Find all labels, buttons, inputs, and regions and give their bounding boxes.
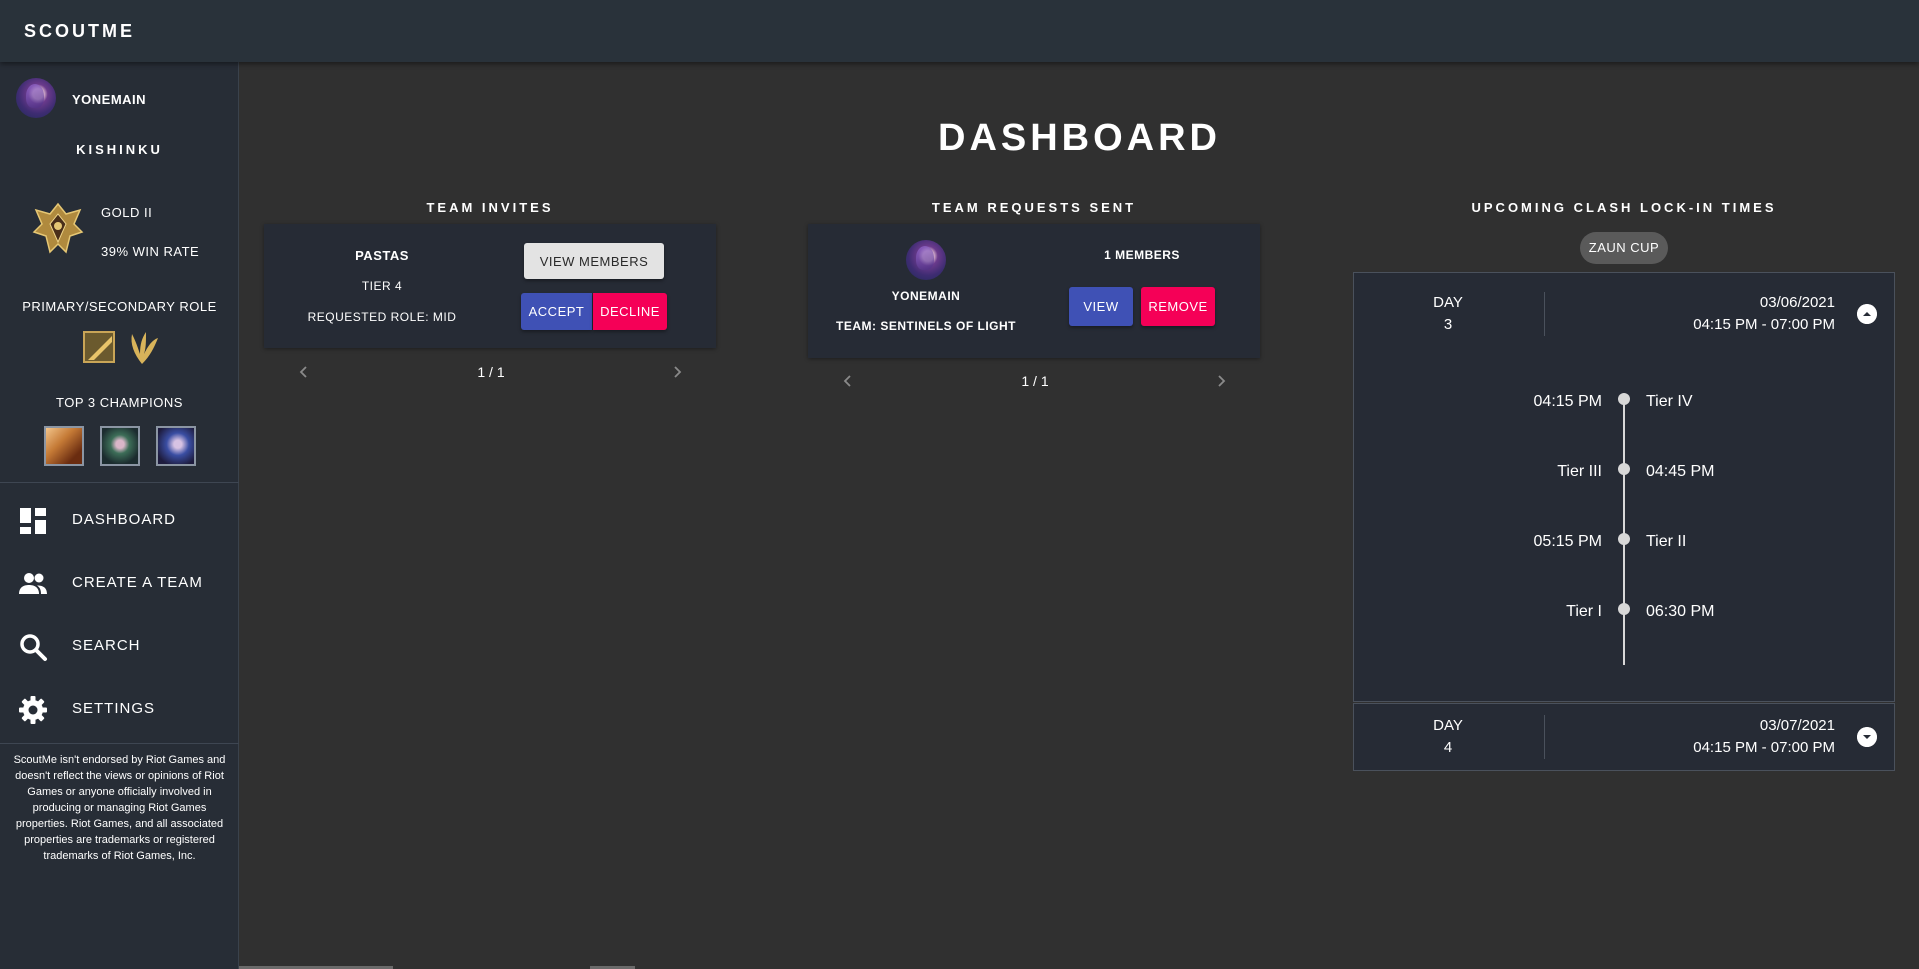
rank-tier: GOLD II: [101, 205, 153, 220]
chevron-right-icon[interactable]: [1214, 374, 1228, 388]
win-rate: 39% WIN RATE: [101, 244, 200, 259]
timeline-dot: [1618, 533, 1630, 545]
nav-item-search[interactable]: SEARCH: [0, 618, 239, 674]
day-number: 4: [1443, 739, 1453, 756]
gear-icon: [19, 696, 47, 724]
team-requests-title: TEAM REQUESTS SENT: [931, 200, 1137, 215]
request-username: YONEMAIN: [891, 289, 961, 303]
people-icon: [19, 573, 47, 594]
accept-button[interactable]: ACCEPT: [521, 293, 592, 330]
timeline-time: 05:15 PM: [1533, 533, 1602, 550]
role-icons: [83, 331, 158, 364]
champion-portrait[interactable]: [100, 426, 140, 466]
day-divider: [1544, 715, 1545, 759]
sidebar: YONEMAIN KISHINKU GOLD II 39% WIN RATE P…: [0, 62, 239, 969]
top-app-bar: SCOUTME: [0, 0, 1919, 62]
request-member-count: 1 MEMBERS: [1104, 248, 1180, 262]
day-date: 03/06/2021: [1759, 294, 1835, 311]
timeline-dot: [1618, 463, 1630, 475]
team-invites-title: TEAM INVITES: [426, 200, 554, 215]
request-avatar: [906, 240, 946, 280]
champion-portrait[interactable]: [44, 426, 84, 466]
view-members-button[interactable]: VIEW MEMBERS: [524, 243, 664, 279]
nav-label: DASHBOARD: [72, 511, 177, 528]
timeline-time: 04:45 PM: [1646, 463, 1715, 480]
sidebar-divider: [0, 482, 239, 483]
timeline-tier: Tier II: [1646, 533, 1687, 550]
zaun-cup-chip[interactable]: ZAUN CUP: [1580, 232, 1668, 264]
requests-pager: 1 / 1: [1021, 373, 1049, 389]
jungle-role-icon: [131, 332, 158, 364]
invite-team-name: PASTAS: [355, 248, 409, 263]
day-label: DAY: [1433, 294, 1463, 311]
nav-label: CREATE A TEAM: [72, 574, 203, 591]
invite-tier: TIER 4: [361, 279, 403, 293]
role-title: PRIMARY/SECONDARY ROLE: [22, 299, 217, 314]
request-team-name: TEAM: SENTINELS OF LIGHT: [836, 319, 1016, 333]
remove-request-button[interactable]: REMOVE: [1141, 287, 1215, 326]
nav-item-settings[interactable]: SETTINGS: [0, 681, 239, 737]
day-date: 03/07/2021: [1759, 717, 1835, 734]
avatar: [16, 78, 56, 118]
day-label: DAY: [1433, 717, 1463, 734]
day-time-range: 04:15 PM - 07:00 PM: [1693, 739, 1835, 756]
gold-rank-emblem-icon: [32, 202, 84, 254]
clash-times-title: UPCOMING CLASH LOCK-IN TIMES: [1471, 200, 1777, 215]
day-divider: [1544, 292, 1545, 336]
timeline-tier: Tier III: [1557, 463, 1602, 480]
timeline-time: 04:15 PM: [1533, 393, 1602, 410]
view-request-button[interactable]: VIEW: [1069, 287, 1133, 326]
server-name: KISHINKU: [76, 142, 163, 157]
mid-role-icon: [83, 331, 115, 363]
timeline-line: [1623, 395, 1625, 665]
page-title: DASHBOARD: [938, 117, 1221, 159]
invites-pager: 1 / 1: [477, 364, 505, 380]
top-champions-title: TOP 3 CHAMPIONS: [56, 395, 183, 410]
timeline-dot: [1618, 393, 1630, 405]
chevron-left-icon[interactable]: [297, 365, 311, 379]
timeline-tier: Tier IV: [1646, 393, 1693, 410]
decline-button[interactable]: DECLINE: [593, 293, 667, 330]
chevron-right-icon[interactable]: [670, 365, 684, 379]
sidebar-username: YONEMAIN: [72, 92, 147, 107]
nav-label: SETTINGS: [72, 700, 156, 717]
day-number: 3: [1443, 316, 1453, 333]
chevron-up-icon[interactable]: [1857, 304, 1877, 324]
day-time-range: 04:15 PM - 07:00 PM: [1693, 316, 1835, 333]
app-title[interactable]: SCOUTME: [24, 21, 135, 42]
search-icon: [20, 634, 47, 661]
dashboard-icon: [20, 508, 46, 534]
sidebar-divider: [0, 743, 239, 744]
chevron-down-icon[interactable]: [1857, 727, 1877, 747]
nav-item-create-team[interactable]: CREATE A TEAM: [0, 555, 239, 611]
nav-label: SEARCH: [72, 637, 141, 654]
timeline-tier: Tier I: [1566, 603, 1602, 620]
invite-requested-role: REQUESTED ROLE: MID: [307, 310, 457, 324]
nav-item-dashboard[interactable]: DASHBOARD: [0, 492, 239, 548]
timeline-dot: [1618, 603, 1630, 615]
chevron-left-icon[interactable]: [841, 374, 855, 388]
champion-portrait[interactable]: [156, 426, 196, 466]
timeline-time: 06:30 PM: [1646, 603, 1715, 620]
riot-disclaimer: ScoutMe isn't endorsed by Riot Games and…: [13, 754, 226, 862]
